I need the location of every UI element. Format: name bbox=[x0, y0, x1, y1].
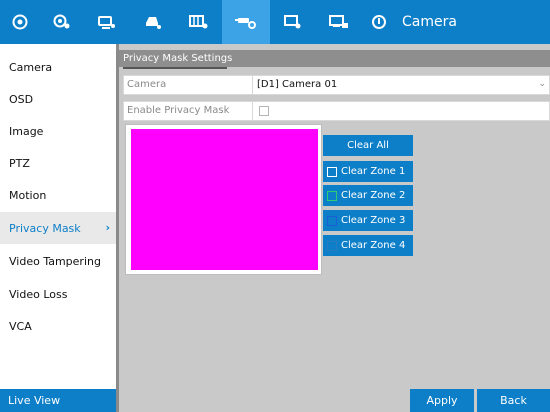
apply-button[interactable]: Apply bbox=[410, 389, 474, 412]
zone-4-swatch bbox=[327, 240, 337, 251]
storage-icon[interactable] bbox=[176, 0, 222, 44]
sidebar-item-label: PTZ bbox=[9, 156, 30, 170]
image-icon[interactable] bbox=[40, 0, 84, 44]
power-icon[interactable] bbox=[362, 0, 396, 44]
camera-label: Camera bbox=[124, 76, 253, 94]
clear-zone-2-button[interactable]: Clear Zone 2 bbox=[323, 185, 413, 206]
zone-3-swatch bbox=[327, 215, 337, 226]
sidebar-item-camera[interactable]: Camera bbox=[0, 51, 116, 83]
system-icon[interactable] bbox=[316, 0, 362, 44]
hdd-icon[interactable] bbox=[130, 0, 176, 44]
sidebar-item-label: Motion bbox=[9, 188, 47, 202]
privacy-mask-area[interactable] bbox=[131, 129, 318, 270]
zone-1-swatch bbox=[327, 166, 337, 177]
clear-zone-3-button[interactable]: Clear Zone 3 bbox=[323, 210, 413, 231]
sidebar-item-osd[interactable]: OSD bbox=[0, 83, 116, 115]
sidebar-item-label: Video Loss bbox=[9, 287, 68, 301]
clear-all-button[interactable]: Clear All bbox=[323, 135, 413, 156]
title-underline bbox=[123, 67, 227, 69]
enable-privacy-mask-checkbox[interactable] bbox=[259, 106, 269, 116]
page-title: Camera bbox=[402, 14, 457, 30]
chevron-down-icon[interactable]: ⌄ bbox=[538, 79, 546, 89]
sidebar-item-video-loss[interactable]: Video Loss bbox=[0, 278, 116, 310]
zone-2-swatch bbox=[327, 190, 337, 201]
video-preview[interactable] bbox=[125, 124, 322, 275]
sidebar-item-motion[interactable]: Motion bbox=[0, 179, 116, 211]
clear-zone-1-button[interactable]: Clear Zone 1 bbox=[323, 161, 413, 182]
main-panel: Privacy Mask Settings Camera [D1] Camera… bbox=[116, 44, 550, 412]
sidebar-item-label: VCA bbox=[9, 319, 32, 333]
sidebar-item-label: Image bbox=[9, 124, 44, 138]
record-icon[interactable] bbox=[84, 0, 130, 44]
sidebar: Camera OSD Image PTZ Motion Privacy Mask… bbox=[0, 44, 116, 412]
clear-zone-4-button[interactable]: Clear Zone 4 bbox=[323, 235, 413, 256]
chevron-right-icon: › bbox=[105, 221, 110, 234]
top-menu-bar: Camera bbox=[0, 0, 550, 44]
sidebar-item-privacy-mask[interactable]: Privacy Mask › bbox=[0, 212, 116, 244]
camera-icon[interactable] bbox=[0, 0, 40, 44]
clear-zone-1-label: Clear Zone 1 bbox=[341, 166, 406, 177]
back-button[interactable]: Back bbox=[477, 389, 550, 412]
sidebar-item-vca[interactable]: VCA bbox=[0, 310, 116, 342]
camera-select-value[interactable]: [D1] Camera 01 bbox=[257, 76, 337, 94]
sidebar-item-label: OSD bbox=[9, 92, 34, 106]
panel-title-text: Privacy Mask Settings bbox=[123, 53, 233, 64]
sidebar-item-label: Video Tampering bbox=[9, 254, 101, 268]
sidebar-item-video-tampering[interactable]: Video Tampering bbox=[0, 245, 116, 277]
clear-zone-2-label: Clear Zone 2 bbox=[341, 190, 406, 201]
live-view-button[interactable]: Live View bbox=[0, 389, 116, 412]
sidebar-item-ptz[interactable]: PTZ bbox=[0, 147, 116, 179]
sidebar-item-label: Privacy Mask bbox=[9, 221, 81, 235]
enable-privacy-mask-label: Enable Privacy Mask bbox=[124, 102, 253, 120]
sidebar-item-image[interactable]: Image bbox=[0, 115, 116, 147]
camera-select-row[interactable]: Camera [D1] Camera 01 ⌄ bbox=[123, 75, 550, 95]
camera-settings-icon[interactable] bbox=[222, 0, 270, 44]
enable-privacy-mask-row: Enable Privacy Mask bbox=[123, 101, 550, 121]
panel-title: Privacy Mask Settings bbox=[119, 50, 550, 69]
clear-zone-4-label: Clear Zone 4 bbox=[341, 240, 406, 251]
network-icon[interactable] bbox=[270, 0, 316, 44]
clear-zone-3-label: Clear Zone 3 bbox=[341, 215, 406, 226]
sidebar-item-label: Camera bbox=[9, 60, 53, 74]
